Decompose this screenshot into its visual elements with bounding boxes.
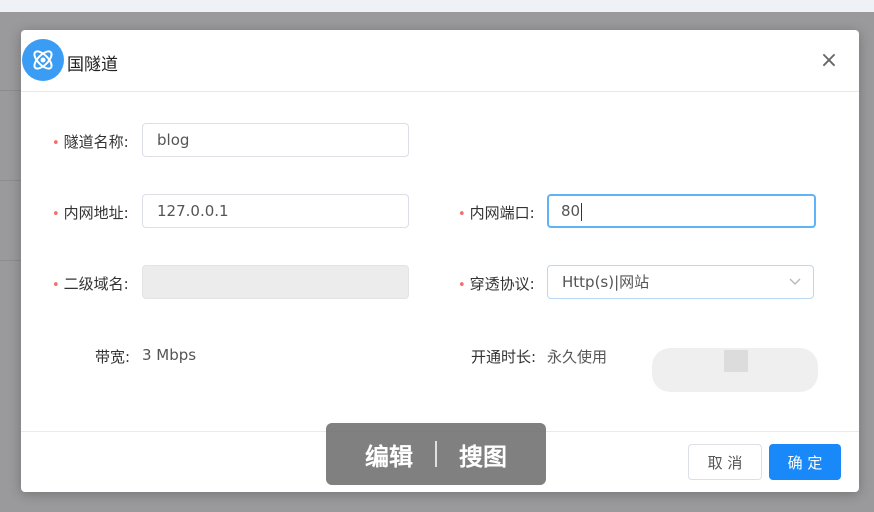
required-mark: • [458,278,466,293]
internal-port-label: • 内网端口: [458,204,535,222]
internal-port-input[interactable]: 80 [547,194,816,228]
search-image-button[interactable]: 搜图 [459,437,507,472]
overlay-separator [435,441,437,467]
duration-label: 开通时长: [471,348,537,366]
edit-button[interactable]: 编辑 [365,437,413,472]
internal-address-label: • 内网地址: [52,204,129,222]
blurred-element [652,348,818,392]
close-icon[interactable]: × [817,48,841,73]
required-mark: • [52,278,60,293]
chevron-down-icon [789,266,801,310]
required-mark: • [458,207,466,222]
internal-port-value: 80 [561,202,581,220]
atom-logo-icon [22,39,64,81]
protocol-selected-value: Http(s)|网站 [562,273,650,291]
dialog-header: 国隧道 × [21,30,859,92]
blurred-element-dot [724,350,748,372]
required-mark: • [52,136,60,151]
dialog-title: 国隧道 [67,55,118,75]
tunnel-name-input[interactable]: blog [142,123,409,157]
text-caret [581,202,583,221]
protocol-select[interactable]: Http(s)|网站 [547,265,814,299]
background-row-divider [0,90,22,91]
background-row-divider [0,260,22,261]
protocol-label: • 穿透协议: [458,275,535,293]
subdomain-label: • 二级域名: [52,275,129,293]
subdomain-input[interactable] [142,265,409,299]
bandwidth-value: 3 Mbps [142,346,197,364]
bandwidth-label: 带宽: [95,348,131,366]
cancel-button[interactable]: 取 消 [688,444,762,480]
background-row-divider [0,180,22,181]
duration-value: 永久使用 [547,348,608,366]
internal-address-input[interactable]: 127.0.0.1 [142,194,409,228]
required-mark: • [52,207,60,222]
image-action-overlay: 编辑 搜图 [326,423,546,485]
tunnel-name-label: • 隧道名称: [52,133,129,151]
page-top-strip [0,0,874,12]
confirm-button[interactable]: 确 定 [769,444,841,480]
